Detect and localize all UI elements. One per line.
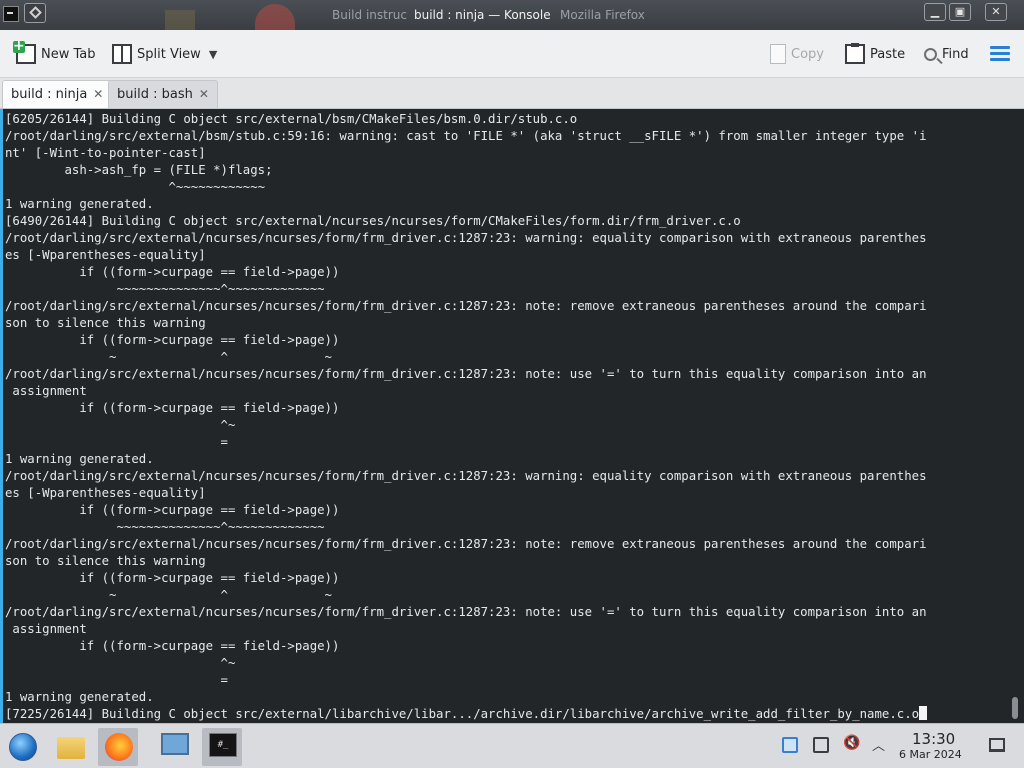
new-tab-label: New Tab bbox=[41, 46, 96, 62]
konsole-task-button[interactable]: #_ bbox=[202, 728, 242, 766]
ghost-window-title: Build instruc bbox=[332, 8, 407, 22]
terminal-line: if ((form->curpage == field->page)) bbox=[79, 639, 340, 653]
chevron-up-icon[interactable]: ︿ bbox=[872, 735, 888, 754]
terminal-line: /root/darling/src/external/bsm/stub.c:59… bbox=[5, 129, 927, 143]
terminal-output[interactable]: [6205/26144] Building C object src/exter… bbox=[5, 111, 1005, 723]
firefox-icon bbox=[105, 733, 133, 761]
start-menu-icon bbox=[9, 733, 37, 761]
show-desktop-icon[interactable] bbox=[989, 738, 1005, 752]
ghost-window-title-right: Mozilla Firefox bbox=[560, 8, 645, 22]
terminal-line: = bbox=[220, 673, 228, 687]
monitor-icon bbox=[161, 733, 189, 755]
terminal-line: 1 warning generated. bbox=[5, 197, 154, 211]
terminal-line: if ((form->curpage == field->page)) bbox=[79, 571, 340, 585]
terminal-line: ~~~~~~~~~~~~~~^~~~~~~~~~~~~~ bbox=[116, 520, 325, 534]
terminal-line: /root/darling/src/external/ncurses/ncurs… bbox=[5, 469, 927, 483]
window-title: build : ninja — Konsole bbox=[414, 8, 551, 22]
focus-indicator bbox=[0, 109, 3, 723]
terminal-line: es [-Wparentheses-equality] bbox=[5, 248, 206, 262]
terminal-line: = bbox=[220, 435, 228, 449]
folder-icon bbox=[57, 737, 85, 759]
background-decoration bbox=[165, 10, 195, 30]
konsole-app-icon[interactable] bbox=[3, 6, 19, 22]
terminal-line: son to silence this warning bbox=[5, 316, 206, 330]
background-decoration bbox=[255, 4, 295, 30]
split-view-icon bbox=[112, 44, 132, 64]
tab-label: build : bash bbox=[117, 87, 193, 102]
copy-icon bbox=[770, 44, 786, 64]
firefox-button[interactable] bbox=[98, 728, 138, 766]
terminal-line: ~ ^ ~ bbox=[109, 588, 332, 602]
konsole-toolbar: New Tab Split View ▼ Copy Paste Find bbox=[0, 30, 1024, 78]
terminal-line: /root/darling/src/external/ncurses/ncurs… bbox=[5, 231, 927, 245]
terminal-line: ^~ bbox=[220, 418, 236, 432]
paste-button[interactable]: Paste bbox=[845, 42, 905, 66]
start-menu-button[interactable] bbox=[2, 728, 42, 766]
chevron-down-icon: ▼ bbox=[208, 47, 218, 61]
split-view-button[interactable]: Split View ▼ bbox=[112, 42, 217, 66]
system-settings-button[interactable] bbox=[154, 728, 194, 766]
tab-build-bash[interactable]: build : bash ✕ bbox=[108, 80, 218, 108]
terminal-line: if ((form->curpage == field->page)) bbox=[79, 503, 340, 517]
find-label: Find bbox=[942, 46, 969, 62]
window-menu-button[interactable] bbox=[24, 3, 46, 23]
terminal-line: ~~~~~~~~~~~~~~^~~~~~~~~~~~~~ bbox=[116, 282, 325, 296]
scrollbar[interactable] bbox=[1012, 697, 1018, 719]
terminal-line: if ((form->curpage == field->page)) bbox=[79, 401, 340, 415]
terminal-last-line: [7225/26144] Building C object src/exter… bbox=[5, 707, 920, 721]
terminal-line: ~ ^ ~ bbox=[109, 350, 332, 364]
terminal-line: if ((form->curpage == field->page)) bbox=[79, 333, 340, 347]
tab-bar: build : ninja ✕ build : bash ✕ bbox=[0, 78, 1024, 109]
copy-label: Copy bbox=[791, 46, 824, 62]
terminal-lines: [6205/26144] Building C object src/exter… bbox=[5, 112, 927, 704]
clipboard-icon[interactable] bbox=[813, 737, 829, 753]
terminal-line: ash->ash_fp = (FILE *)flags; bbox=[64, 163, 273, 177]
terminal-line: 1 warning generated. bbox=[5, 690, 154, 704]
terminal-line: 1 warning generated. bbox=[5, 452, 154, 466]
hamburger-menu-icon[interactable] bbox=[990, 46, 1010, 62]
tab-label: build : ninja bbox=[11, 87, 88, 102]
split-view-label: Split View bbox=[137, 46, 201, 62]
terminal-line: nt' [-Wint-to-pointer-cast] bbox=[5, 146, 206, 160]
terminal-cursor bbox=[919, 706, 928, 720]
volume-muted-icon[interactable]: 🔇 bbox=[843, 735, 860, 751]
window-titlebar: Build instruc Mozilla Firefox build : ni… bbox=[0, 0, 1024, 30]
terminal-line: [6490/26144] Building C object src/exter… bbox=[5, 214, 741, 228]
terminal-line: son to silence this warning bbox=[5, 554, 206, 568]
close-icon[interactable]: ✕ bbox=[199, 87, 209, 101]
terminal-line: /root/darling/src/external/ncurses/ncurs… bbox=[5, 367, 927, 381]
terminal-line: es [-Wparentheses-equality] bbox=[5, 486, 206, 500]
terminal-line: ^~ bbox=[220, 656, 236, 670]
terminal-line: /root/darling/src/external/ncurses/ncurs… bbox=[5, 299, 927, 313]
file-manager-button[interactable] bbox=[50, 728, 90, 766]
new-tab-button[interactable]: New Tab bbox=[13, 38, 96, 66]
find-button[interactable]: Find bbox=[924, 42, 969, 66]
close-icon[interactable]: ✕ bbox=[93, 87, 103, 101]
terminal-icon: #_ bbox=[209, 733, 237, 757]
clock-time[interactable]: 13:30 bbox=[912, 730, 955, 748]
minimize-button[interactable]: ▁ bbox=[924, 3, 946, 21]
maximize-button[interactable]: ▣ bbox=[949, 3, 971, 21]
search-icon bbox=[924, 47, 937, 61]
new-tab-icon bbox=[13, 38, 36, 64]
terminal-line: assignment bbox=[12, 384, 87, 398]
copy-button[interactable]: Copy bbox=[770, 42, 824, 66]
tray-app-icon[interactable] bbox=[782, 737, 798, 753]
terminal-line: ^~~~~~~~~~~~~ bbox=[168, 180, 266, 194]
terminal-line: if ((form->curpage == field->page)) bbox=[79, 265, 340, 279]
paste-icon bbox=[845, 43, 865, 64]
terminal-line: /root/darling/src/external/ncurses/ncurs… bbox=[5, 537, 927, 551]
diamond-icon bbox=[29, 6, 42, 19]
close-button[interactable]: ✕ bbox=[985, 3, 1007, 21]
clock-date[interactable]: 6 Mar 2024 bbox=[899, 748, 962, 761]
terminal-line: assignment bbox=[12, 622, 87, 636]
terminal-view[interactable]: [6205/26144] Building C object src/exter… bbox=[0, 109, 1024, 723]
terminal-line: [6205/26144] Building C object src/exter… bbox=[5, 112, 578, 126]
taskbar: #_ 🔇 ︿ 13:30 6 Mar 2024 bbox=[0, 723, 1024, 768]
terminal-line: /root/darling/src/external/ncurses/ncurs… bbox=[5, 605, 927, 619]
paste-label: Paste bbox=[870, 46, 906, 62]
tab-build-ninja[interactable]: build : ninja ✕ bbox=[2, 80, 113, 108]
